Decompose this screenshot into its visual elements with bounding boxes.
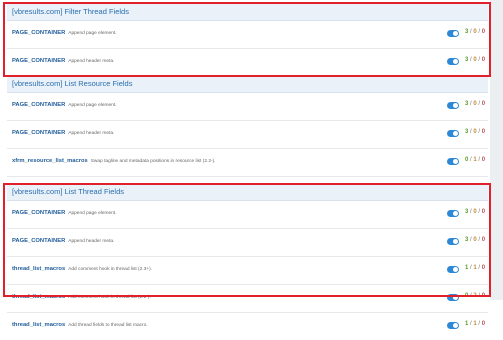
toggle-knob [453, 103, 458, 108]
modification-description: Append page element. [68, 103, 117, 108]
enable-toggle[interactable] [447, 322, 459, 329]
modification-title[interactable]: PAGE_CONTAINER [12, 30, 65, 36]
enable-toggle[interactable] [447, 238, 459, 245]
enable-toggle[interactable] [447, 158, 459, 165]
modification-description: Swap tagline and metadata positions in r… [90, 159, 216, 164]
group-header[interactable]: [vbresults.com] Filter Thread Fields [7, 4, 488, 21]
modification-description: Append header meta. [68, 131, 115, 136]
modification-title[interactable]: PAGE_CONTAINER [12, 210, 65, 216]
apply-counts: 3 / 0 / 0 [465, 29, 486, 35]
apply-counts: 3 / 0 / 0 [465, 237, 486, 243]
right-gutter [490, 0, 503, 300]
group-header[interactable]: [vbresults.com] List Thread Fields [7, 184, 488, 201]
list-item: xfrm_resource_list_macrosSwap tagline an… [7, 149, 488, 177]
modification-description: Add comment hook in thread list (2.3+). [68, 267, 153, 272]
modification-title[interactable]: thread_list_macros [12, 294, 65, 300]
toggle-knob [453, 31, 458, 36]
toggle-knob [453, 267, 458, 272]
apply-counts: 3 / 0 / 0 [465, 129, 486, 135]
modification-description: Add thread fields to thread list macro. [68, 323, 148, 328]
enable-toggle[interactable] [447, 130, 459, 137]
modification-description: Append header meta. [68, 59, 115, 64]
modification-title[interactable]: PAGE_CONTAINER [12, 58, 65, 64]
modification-description: Add comment hook in thread list (2.2-). [68, 295, 151, 300]
modification-description: Append page element. [68, 211, 117, 216]
list-item: PAGE_CONTAINER Append header meta. 3 / 0 … [7, 229, 488, 257]
list-item: PAGE_CONTAINER Append header meta. 3 / 0 … [7, 49, 488, 77]
modification-title[interactable]: PAGE_CONTAINER [12, 238, 65, 244]
toggle-knob [453, 239, 458, 244]
modification-description: Append header meta. [68, 239, 115, 244]
toggle-knob [453, 295, 458, 300]
modification-title[interactable]: thread_list_macros [12, 322, 65, 328]
toggle-knob [453, 323, 458, 328]
enable-toggle[interactable] [447, 102, 459, 109]
apply-counts: 1 / 1 / 0 [465, 321, 486, 327]
enable-toggle[interactable] [447, 58, 459, 65]
toggle-knob [453, 211, 458, 216]
apply-counts: 3 / 0 / 0 [465, 209, 486, 215]
list-item: thread_list_macros Add comment hook in th… [7, 257, 488, 285]
list-item: PAGE_CONTAINER Append page element. 3 / 0… [7, 21, 488, 49]
enable-toggle[interactable] [447, 210, 459, 217]
list-item: thread_list_macros Add thread fields to t… [7, 313, 488, 340]
list-item: thread_list_macros Add comment hook in th… [7, 285, 488, 313]
modification-title[interactable]: thread_list_macros [12, 266, 65, 272]
modification-description: Append page element. [68, 31, 117, 36]
list-item: PAGE_CONTAINER Append page element. 3 / 0… [7, 201, 488, 229]
enable-toggle[interactable] [447, 30, 459, 37]
list-item: PAGE_CONTAINER Append header meta. 3 / 0 … [7, 121, 488, 149]
enable-toggle[interactable] [447, 266, 459, 273]
toggle-knob [453, 159, 458, 164]
list-item: PAGE_CONTAINER Append page element. 3 / 0… [7, 93, 488, 121]
modification-title[interactable]: PAGE_CONTAINER [12, 102, 65, 108]
apply-counts: 0 / 1 / 0 [465, 157, 486, 163]
modification-title[interactable]: xfrm_resource_list_macros [12, 158, 88, 164]
apply-counts: 1 / 1 / 0 [465, 265, 486, 271]
apply-counts: 3 / 0 / 0 [465, 101, 486, 107]
apply-counts: 0 / 2 / 0 [465, 293, 486, 299]
toggle-knob [453, 59, 458, 64]
group-list-thread-fields: [vbresults.com] List Thread Fields PAGE_… [7, 184, 488, 340]
apply-counts: 3 / 0 / 0 [465, 57, 486, 63]
toggle-knob [453, 131, 458, 136]
modification-title[interactable]: PAGE_CONTAINER [12, 130, 65, 136]
group-header[interactable]: [vbresults.com] List Resource Fields [7, 76, 488, 93]
